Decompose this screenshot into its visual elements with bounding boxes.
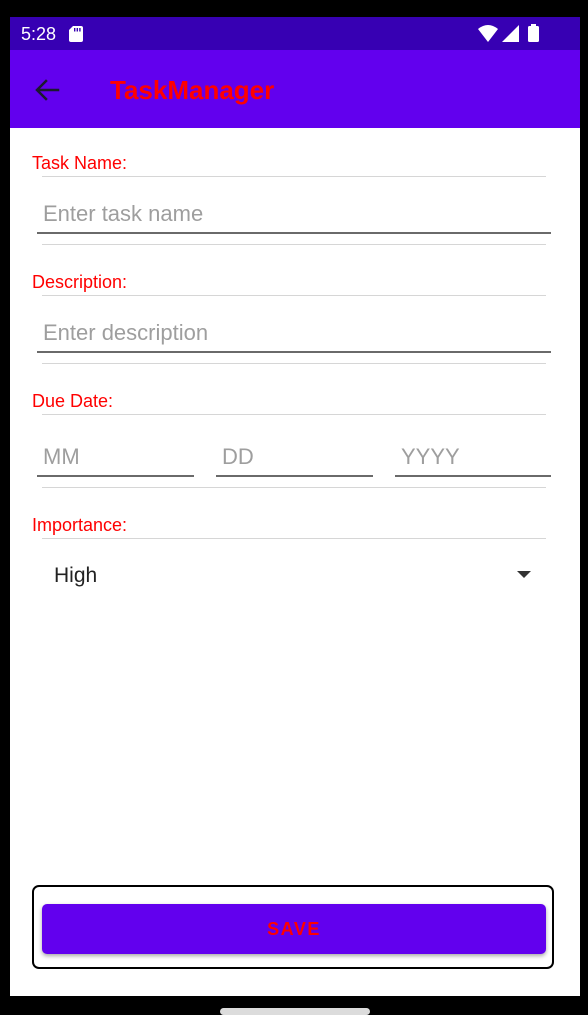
divider <box>42 414 546 415</box>
year-field[interactable] <box>395 439 551 477</box>
divider <box>42 176 546 177</box>
save-button-container: SAVE <box>32 885 554 969</box>
battery-icon <box>528 24 539 42</box>
app-title: TaskManager <box>110 75 275 105</box>
day-field[interactable] <box>216 439 373 477</box>
divider <box>42 244 546 245</box>
signal-icon <box>502 25 519 42</box>
dropdown-arrow-icon <box>517 571 531 578</box>
save-button[interactable]: SAVE <box>42 904 546 954</box>
divider <box>42 538 546 539</box>
importance-dropdown[interactable]: High <box>42 552 546 598</box>
back-arrow-icon[interactable] <box>32 75 62 105</box>
task-name-field[interactable] <box>37 196 551 234</box>
description-field[interactable] <box>37 315 551 353</box>
screen: 5:28 TaskManager Task Name: Description: <box>10 17 580 996</box>
divider <box>42 295 546 296</box>
divider <box>42 363 546 364</box>
due-date-label: Due Date: <box>32 391 114 411</box>
divider <box>42 487 546 488</box>
status-bar: 5:28 <box>10 17 580 50</box>
month-field[interactable] <box>37 439 194 477</box>
status-time: 5:28 <box>21 24 57 44</box>
app-bar: TaskManager <box>10 50 580 128</box>
home-indicator[interactable] <box>220 1008 370 1015</box>
description-label: Description: <box>32 272 128 292</box>
description-input[interactable] <box>37 315 551 351</box>
importance-label: Importance: <box>32 515 128 535</box>
sd-card-icon <box>69 26 83 42</box>
importance-selected-value: High <box>54 564 98 587</box>
year-input[interactable] <box>395 439 551 475</box>
task-name-input[interactable] <box>37 196 551 232</box>
task-name-label: Task Name: <box>32 153 128 173</box>
wifi-icon <box>478 25 498 42</box>
month-input[interactable] <box>37 439 194 475</box>
day-input[interactable] <box>216 439 373 475</box>
